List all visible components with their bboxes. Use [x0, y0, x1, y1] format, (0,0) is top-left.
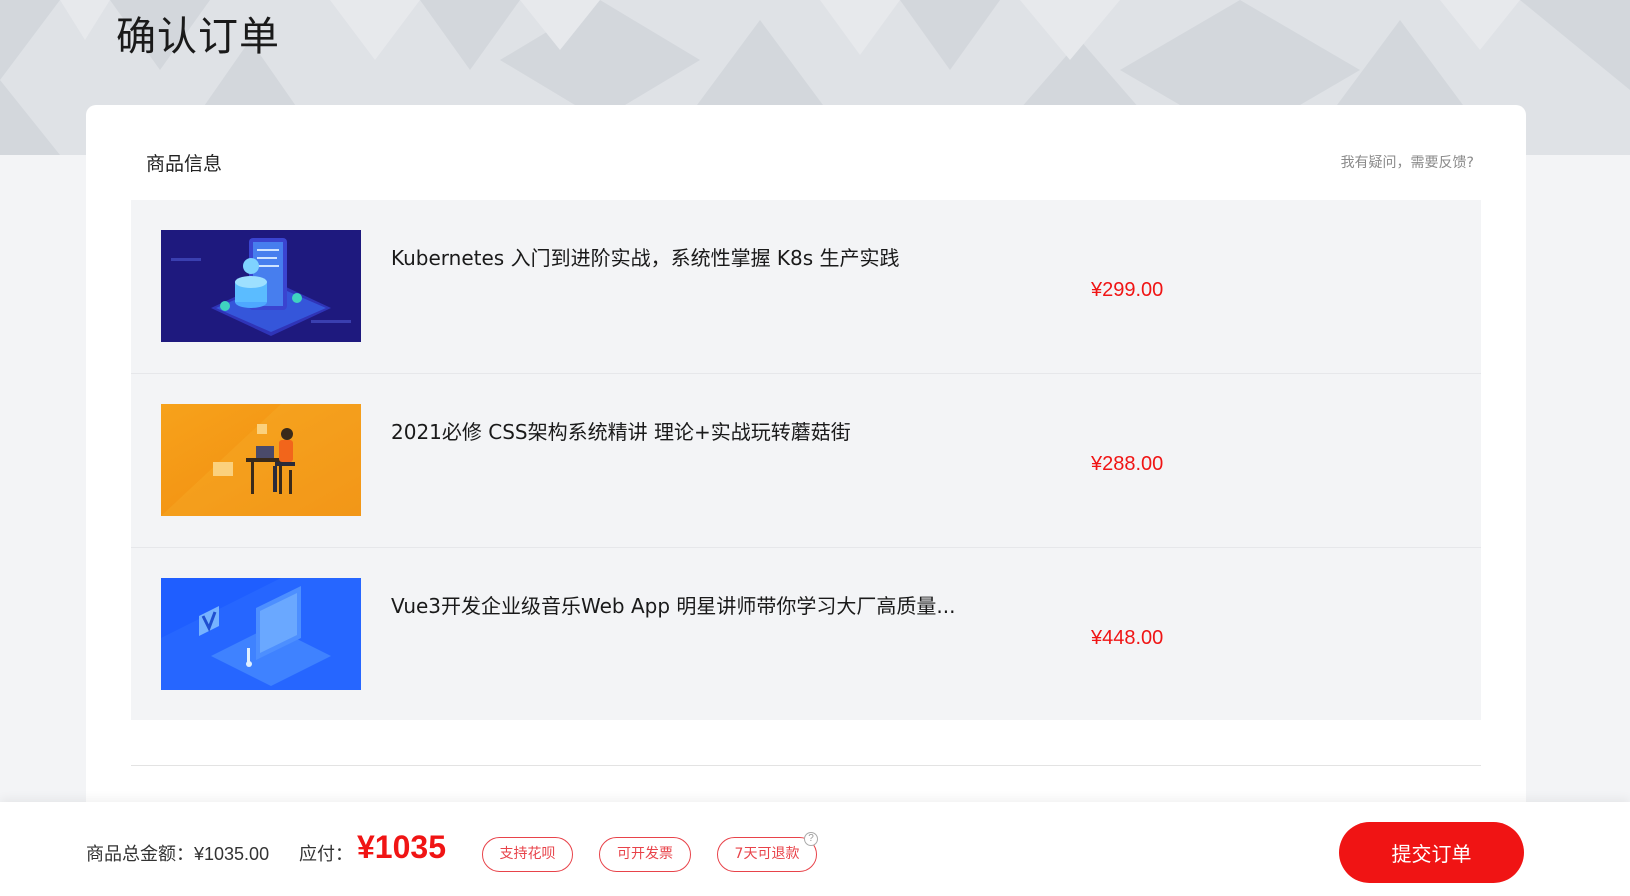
tag-refund: 7天可退款 ? — [717, 832, 818, 872]
tag-label: 7天可退款 — [734, 846, 800, 862]
total-value: ¥1035.00 — [194, 844, 270, 864]
vue3-course-thumbnail[interactable] — [161, 578, 361, 690]
tag-invoice: 可开发票 — [599, 837, 691, 872]
submit-order-button[interactable]: 提交订单 — [1339, 822, 1524, 883]
section-title: 商品信息 — [146, 153, 223, 175]
pay-amount: ¥1035 — [357, 829, 446, 865]
item-name[interactable]: Vue3开发企业级音乐Web App 明星讲师带你学习大厂高质量... — [391, 590, 956, 619]
total-label: 商品总金额： — [86, 844, 194, 865]
divider — [131, 765, 1481, 766]
question-icon[interactable]: ? — [804, 832, 818, 846]
item-price: ¥288.00 — [1091, 453, 1164, 475]
checkout-bar: 商品总金额：¥1035.00 应付： ¥1035 支持花呗 可开发票 7天可退款… — [0, 802, 1630, 896]
order-card: 商品信息 我有疑问，需要反馈? Kubernetes 入门到进阶实战，系统性掌握… — [86, 105, 1526, 825]
page-title: 确认订单 — [116, 14, 280, 60]
feedback-link[interactable]: 我有疑问，需要反馈? — [1341, 152, 1474, 172]
css-course-thumbnail[interactable] — [161, 404, 361, 516]
order-item: 2021必修 CSS架构系统精讲 理论+实战玩转蘑菇街 ¥288.00 — [131, 374, 1481, 548]
item-name[interactable]: 2021必修 CSS架构系统精讲 理论+实战玩转蘑菇街 — [391, 416, 851, 445]
item-price: ¥299.00 — [1091, 279, 1164, 301]
item-name[interactable]: Kubernetes 入门到进阶实战，系统性掌握 K8s 生产实践 — [391, 242, 900, 271]
order-items-list: Kubernetes 入门到进阶实战，系统性掌握 K8s 生产实践 ¥299.0… — [131, 200, 1481, 720]
pay-label: 应付： — [299, 844, 353, 865]
order-item: Kubernetes 入门到进阶实战，系统性掌握 K8s 生产实践 ¥299.0… — [131, 200, 1481, 374]
tag-label: 支持花呗 — [499, 846, 556, 862]
tag-huabei: 支持花呗 — [482, 837, 573, 872]
total-amount: 商品总金额：¥1035.00 — [86, 840, 269, 866]
item-price: ¥448.00 — [1091, 627, 1164, 649]
kubernetes-course-thumbnail[interactable] — [161, 230, 361, 342]
order-item: Vue3开发企业级音乐Web App 明星讲师带你学习大厂高质量... ¥448… — [131, 548, 1481, 720]
tag-label: 可开发票 — [617, 846, 673, 862]
